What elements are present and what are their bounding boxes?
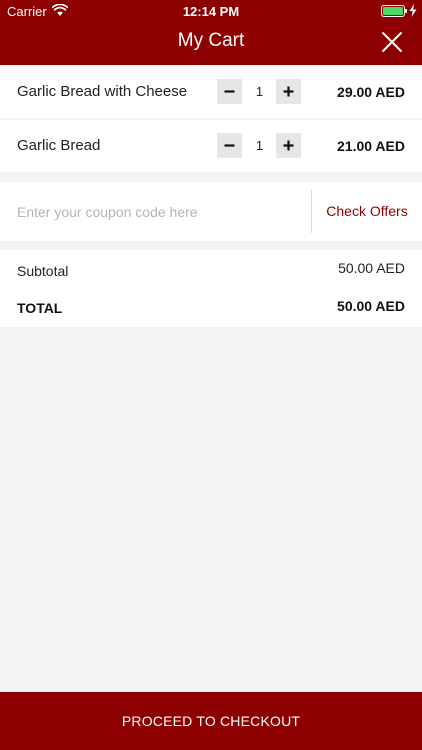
battery-icon (381, 5, 405, 17)
coupon-input[interactable] (0, 182, 311, 241)
decrease-quantity-button[interactable] (217, 79, 242, 104)
quantity-value: 1 (255, 84, 264, 99)
page-title: My Cart (177, 30, 245, 51)
cart-item-row: Garlic Bread 1 21.00 AED (0, 120, 422, 172)
cart-screen: Carrier 12:14 PM My Cart Garlic Bread wi… (0, 0, 422, 750)
status-bar: Carrier 12:14 PM (0, 0, 422, 22)
cart-item-name: Garlic Bread (17, 137, 101, 154)
minus-icon (224, 144, 235, 147)
decrease-quantity-button[interactable] (217, 133, 242, 158)
total-value: 50.00 AED (337, 298, 405, 314)
cart-item-price: 21.00 AED (337, 138, 405, 154)
order-summary: Subtotal 50.00 AED TOTAL 50.00 AED (0, 250, 422, 327)
increase-quantity-button[interactable] (276, 79, 301, 104)
check-offers-button[interactable]: Check Offers (312, 203, 422, 219)
cart-item-price: 29.00 AED (337, 84, 405, 100)
header: Carrier 12:14 PM My Cart (0, 0, 422, 65)
subtotal-label: Subtotal (17, 263, 69, 279)
plus-icon (283, 86, 294, 97)
battery-tip (405, 9, 407, 13)
subtotal-value: 50.00 AED (338, 260, 405, 276)
cart-item-row: Garlic Bread with Cheese 1 29.00 AED (0, 66, 422, 118)
status-time: 12:14 PM (182, 4, 240, 19)
charging-icon (409, 4, 417, 17)
coupon-section: Check Offers (0, 182, 422, 241)
minus-icon (224, 90, 235, 93)
plus-icon (283, 140, 294, 151)
battery-fill (383, 7, 403, 15)
increase-quantity-button[interactable] (276, 133, 301, 158)
total-label: TOTAL (17, 300, 63, 316)
proceed-to-checkout-button[interactable]: PROCEED TO CHECKOUT (0, 692, 422, 750)
close-icon[interactable] (381, 31, 403, 53)
quantity-value: 1 (255, 138, 264, 153)
cart-item-name: Garlic Bread with Cheese (17, 83, 188, 100)
